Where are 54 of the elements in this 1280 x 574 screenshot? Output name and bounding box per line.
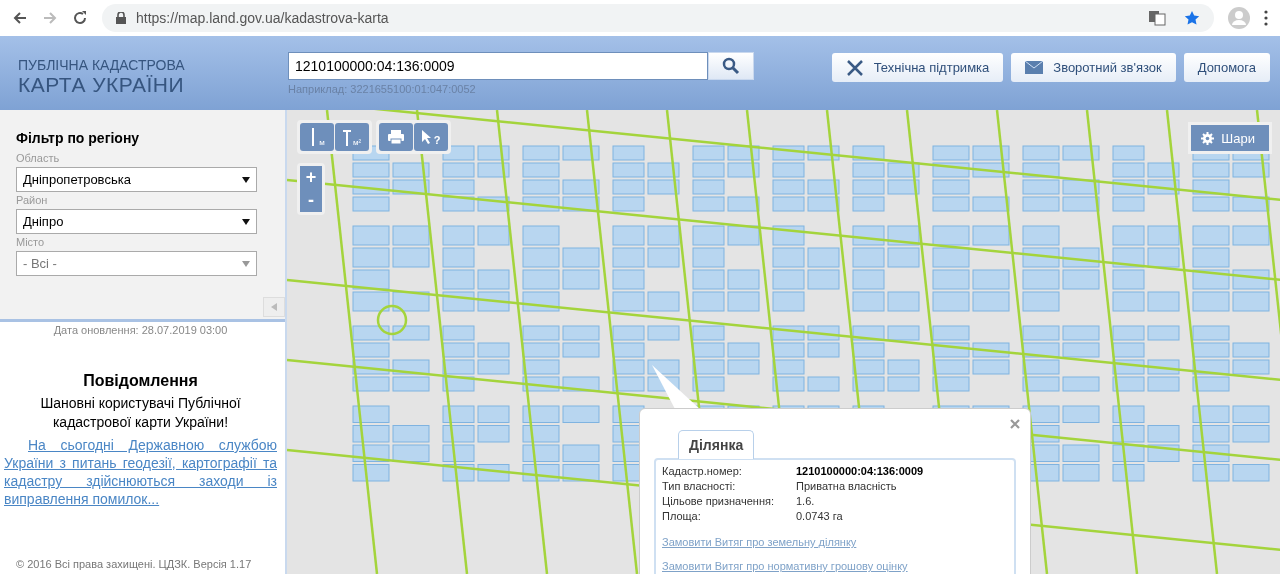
notice-greeting: Шановні користувачі Публічної кадастрової карти України! [39,394,242,432]
layers-button[interactable]: Шари [1188,122,1272,154]
identify-button[interactable]: ? [414,123,448,151]
filter-title: Фільтр по регіону [16,130,141,146]
site-logo-title[interactable]: ПУБЛІЧНА КАДАСТРОВА [18,57,288,73]
triangle-left-icon [271,303,277,311]
translate-icon[interactable] [1148,10,1166,26]
star-icon[interactable] [1184,10,1200,26]
search-icon [722,57,740,75]
field-value: 0.0743 га [796,509,844,524]
dropdown[interactable]: Дніпро [16,209,257,234]
field-label: Тип власності: [662,479,737,494]
back-icon[interactable] [12,10,28,26]
zoom-out-button[interactable]: - [300,189,322,212]
order-link[interactable]: Замовити Витяг про земельну ділянку [662,536,1008,548]
lock-icon [116,12,126,24]
search-button[interactable] [708,52,754,80]
dropdown[interactable]: Дніпропетровська [16,167,257,192]
gear-icon [1201,131,1215,145]
cursor-icon [421,130,432,144]
update-date: Дата оновлення: 28.07.2019 03:00 [52,324,229,336]
filter-label: Район [16,194,49,206]
zoom-in-button[interactable]: + [300,166,322,189]
caret-icon [242,218,250,225]
site-logo-subtitle[interactable]: КАРТА УКРАЇНИ [18,73,288,97]
measure-button[interactable]: м² [335,123,369,151]
caret-icon [242,260,250,267]
notice-link[interactable]: На сьогодні Державною службою України з питань геодезії, картографії та кадастру здійснюються заходи із виправлення помилок... [4,436,277,508]
header-button[interactable]: Допомога [1183,53,1270,82]
field-value: 1.6. [796,494,816,509]
reload-icon[interactable] [72,10,88,26]
field-value: 1210100000:04:136:0009 [796,464,925,479]
field-label: Кадастр.номер: [662,464,743,479]
printer-icon [388,130,404,144]
area-ruler-icon [342,128,351,146]
caret-icon [242,176,250,183]
print-button[interactable] [379,123,413,151]
copyright-text: © 2016 Всі права захищені. ЦДЗК. Версія 1.17 [16,558,253,570]
field-label: Площа: [662,509,702,524]
measure-button[interactable]: м [300,123,334,151]
header-button[interactable]: Технічна підтримка [831,53,1004,82]
header-button[interactable]: Зворотний зв'язок [1011,53,1176,82]
close-icon[interactable] [1010,419,1020,429]
field-value: Приватна власність [796,479,898,494]
notice-title: Повідомлення [82,372,199,390]
popup-tab[interactable]: Ділянка [678,430,755,459]
address-bar[interactable]: https://map.land.gov.ua/kadastrova-karta [102,4,1214,32]
envelope-icon [1025,61,1044,74]
menu-icon[interactable] [1264,10,1268,26]
filter-label: Область [16,152,61,164]
order-link[interactable]: Замовити Витяг про нормативну грошову оцінку [662,560,1008,572]
filter-label: Місто [16,236,46,248]
search-field[interactable]: 1210100000:04:136:0009 [288,52,708,80]
field-label: Цільове призначення: [662,494,775,509]
